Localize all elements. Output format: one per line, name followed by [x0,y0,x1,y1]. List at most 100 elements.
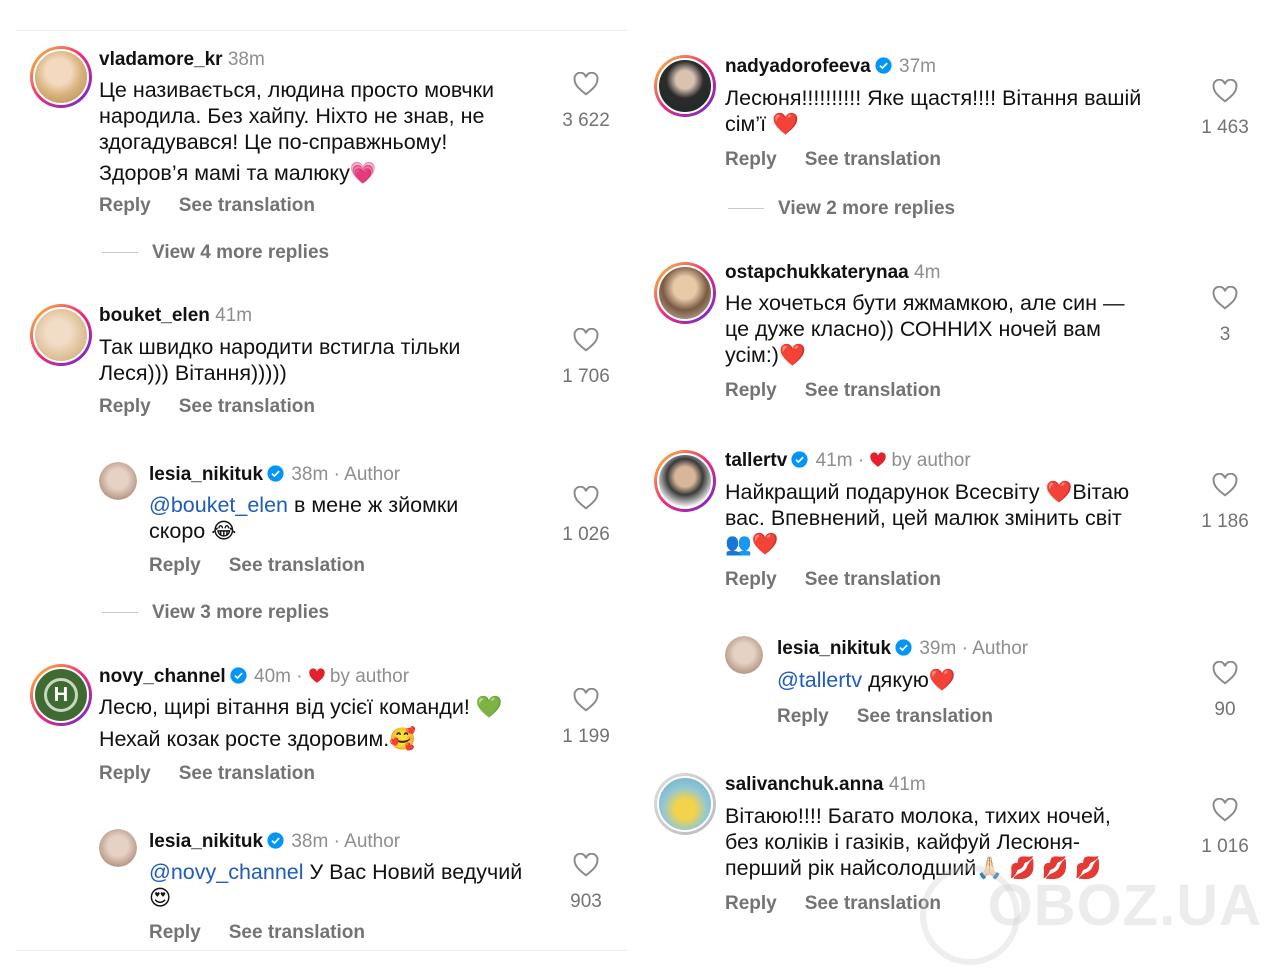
heart-outline-icon[interactable] [573,486,599,510]
mention-link[interactable]: @bouket_elen [149,493,288,517]
username[interactable]: nadyadorofeeva [725,56,871,77]
text-line: Не хочеться бути яжмамкою, але син — [725,291,1125,315]
see-translation-button[interactable]: See translation [857,706,993,727]
avatar[interactable] [30,304,92,366]
mention-link[interactable]: @tallertv [777,668,862,692]
reply-button[interactable]: Reply [725,380,777,401]
timestamp: 41m [815,450,853,471]
username[interactable]: vladamore_kr [99,49,223,70]
comment-text: Лесю, щирі вітання від усієї команди! 💚 … [99,694,503,752]
verified-badge-icon [267,465,284,482]
like-count: 1 463 [1201,117,1249,138]
comment-text: Найкращий подарунок Всесвіту ❤️Вітаю вас… [725,479,1129,557]
comment-header: bouket_elen 41m [99,305,252,327]
comment-text: @bouket_elen в мене ж зйомки скоро 😂 [149,492,458,544]
see-translation-button[interactable]: See translation [805,149,941,170]
text-line: усім:)❤️ [725,343,806,367]
text-line: 👥❤️ [725,532,779,556]
reply-button[interactable]: Reply [777,706,829,727]
text-segment: У Вас Новий ведучий [303,860,523,884]
like-control: 903 [551,853,621,913]
text-segment: дякую❤️ [862,668,956,692]
see-translation-button[interactable]: See translation [179,763,315,784]
username[interactable]: ostapchukkaterynaa [725,262,909,283]
heart-outline-icon[interactable] [573,688,599,712]
comment-text: @tallertv дякую❤️ [777,667,956,693]
like-count: 1 026 [562,524,610,545]
separator: · [961,638,968,659]
see-translation-button[interactable]: See translation [179,396,315,417]
see-translation-button[interactable]: See translation [229,922,365,943]
text-line: Найкращий подарунок Всесвіту ❤️Вітаю [725,480,1130,504]
timestamp: 38m [227,49,265,70]
mention-link[interactable]: @novy_channel [149,860,304,884]
reply-button[interactable]: Reply [725,149,777,170]
see-translation-button[interactable]: See translation [805,380,941,401]
reply-button[interactable]: Reply [99,195,151,216]
text-line: народила. Без хайпу. Ніхто не знав, не [99,104,485,128]
username[interactable]: bouket_elen [99,305,210,326]
comment-text: Не хочеться бути яжмамкою, але син — це … [725,290,1125,368]
view-more-replies[interactable]: View 4 more replies [102,242,329,264]
text-line: це дуже класно)) СОННИХ ночей вам [725,317,1101,341]
text-line: 😍 [149,886,172,910]
comment-header: lesia_nikituk 38m · Author [149,464,400,486]
username[interactable]: salivanchuk.anna [725,774,883,795]
reply-button[interactable]: Reply [725,893,777,914]
view-more-replies[interactable]: View 3 more replies [102,602,329,624]
text-line: сім’ї ❤️ [725,112,799,136]
channel-logo: H [44,678,78,712]
view-more-replies[interactable]: View 2 more replies [728,198,955,220]
see-translation-button[interactable]: See translation [179,195,315,216]
comment-header: novy_channel 40m · by author [99,666,409,688]
like-count: 3 622 [562,110,610,131]
avatar[interactable] [30,46,92,108]
comment-header: lesia_nikituk 39m · Author [777,638,1028,660]
text-line: Лесюня!!!!!!!!!! Яке щастя!!!! Вітання в… [725,86,1142,110]
see-translation-button[interactable]: See translation [229,555,365,576]
username[interactable]: lesia_nikituk [149,831,263,852]
comment-header: salivanchuk.anna 41m [725,774,926,796]
username[interactable]: lesia_nikituk [777,638,891,659]
heart-outline-icon[interactable] [573,72,599,96]
avatar[interactable] [654,262,716,324]
timestamp: 38m [291,464,329,485]
avatar[interactable] [654,55,716,117]
reply-button[interactable]: Reply [149,922,201,943]
avatar[interactable] [99,462,137,500]
comment-text: @novy_channel У Вас Новий ведучий 😍 [149,859,522,911]
see-translation-button[interactable]: See translation [805,569,941,590]
heart-outline-icon[interactable] [573,853,599,877]
username[interactable]: tallertv [725,450,787,471]
verified-badge-icon [230,667,247,684]
like-control: 1 016 [1190,798,1260,858]
reply-button[interactable]: Reply [99,763,151,784]
text-line: здогадувався! Це по-справжньому! [99,130,448,154]
divider [728,208,764,210]
text-line: Вітаюю!!!! Багато молока, тихих ночей, [725,804,1111,828]
text-line: Здоров’я мамі та малюку💗 [99,161,377,185]
like-control: 1 186 [1190,473,1260,533]
avatar[interactable] [725,636,763,674]
heart-outline-icon[interactable] [1212,798,1238,822]
reply-button[interactable]: Reply [149,555,201,576]
timestamp: 37m [899,56,936,77]
heart-outline-icon[interactable] [1212,473,1238,497]
heart-outline-icon[interactable] [1212,661,1238,685]
username[interactable]: lesia_nikituk [149,464,263,485]
heart-outline-icon[interactable] [573,328,599,352]
heart-outline-icon[interactable] [1212,79,1238,103]
avatar[interactable] [99,829,137,867]
heart-outline-icon[interactable] [1212,286,1238,310]
text-line: Так швидко народити встигла тільки [99,335,461,359]
timestamp: 40m [254,666,291,687]
comment-actions: Reply See translation [777,706,1021,728]
like-count: 3 [1219,324,1231,345]
reply-button[interactable]: Reply [99,396,151,417]
avatar[interactable]: H [30,664,92,726]
reply-button[interactable]: Reply [725,569,777,590]
username[interactable]: novy_channel [99,666,226,687]
avatar[interactable] [654,450,716,512]
verified-badge-icon [267,832,284,849]
avatar[interactable] [654,773,716,835]
